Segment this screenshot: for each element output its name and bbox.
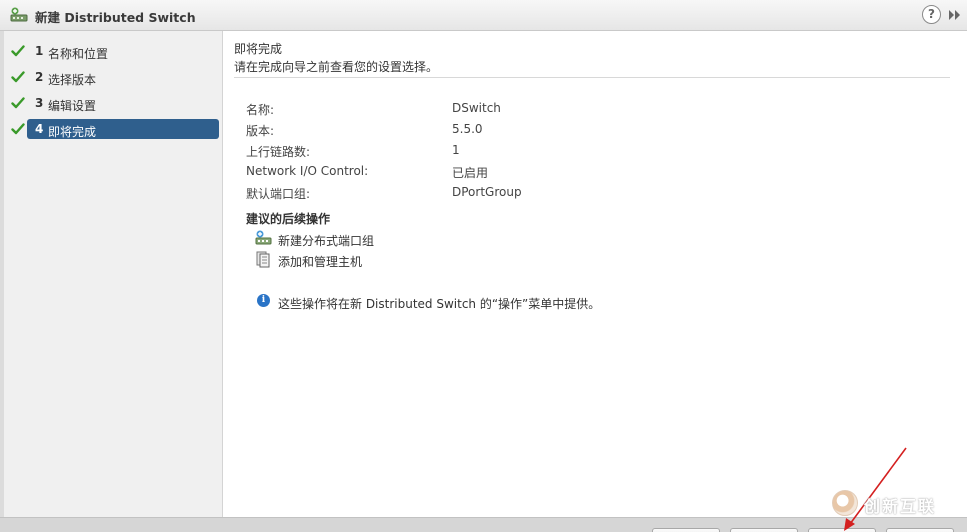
page-title: 即将完成 — [234, 42, 283, 56]
title-bar: 新建 Distributed Switch ? — [0, 0, 967, 31]
step-number: 4 — [35, 122, 44, 136]
summary-value: 已启用 — [452, 166, 489, 180]
step-2[interactable]: 2 选择版本 — [4, 67, 223, 88]
step-number: 2 — [35, 70, 44, 84]
step-1[interactable]: 1 名称和位置 — [4, 41, 223, 62]
summary-key: 默认端口组: — [246, 187, 311, 201]
wizard-steps-sidebar: 1 名称和位置 2 选择版本 3 编辑设置 4 即将完成 — [4, 31, 223, 517]
info-icon: i — [257, 294, 270, 307]
check-icon — [11, 123, 25, 135]
action-label[interactable]: 新建分布式端口组 — [278, 232, 374, 249]
step-label: 名称和位置 — [48, 47, 109, 61]
manage-hosts-action[interactable]: 添加和管理主机 — [254, 250, 554, 270]
summary-row: 名称: DSwitch — [246, 101, 646, 119]
expand-icon[interactable] — [946, 7, 962, 23]
watermark: 创新互联 — [832, 486, 962, 516]
action-label[interactable]: 添加和管理主机 — [278, 253, 362, 270]
wizard-footer — [0, 517, 967, 532]
back-button[interactable] — [652, 528, 720, 532]
summary-key: 版本: — [246, 124, 275, 138]
page-subtitle: 请在完成向导之前查看您的设置选择。 — [234, 60, 439, 74]
next-button[interactable] — [730, 528, 798, 532]
step-number: 3 — [35, 96, 44, 110]
summary-key: Network I/O Control: — [246, 164, 369, 178]
check-icon — [11, 71, 25, 83]
summary-value: 5.5.0 — [452, 122, 483, 136]
info-message: i 这些操作将在新 Distributed Switch 的“操作”菜单中提供。 — [257, 293, 757, 311]
distributed-switch-icon — [10, 7, 28, 22]
cancel-button[interactable] — [886, 528, 954, 532]
next-steps-title: 建议的后续操作 — [246, 212, 331, 226]
summary-value: 1 — [452, 143, 460, 157]
summary-row: Network I/O Control: 已启用 — [246, 164, 646, 182]
info-text: 这些操作将在新 Distributed Switch 的“操作”菜单中提供。 — [278, 297, 601, 311]
step-3[interactable]: 3 编辑设置 — [4, 93, 223, 114]
summary-row: 上行链路数: 1 — [246, 143, 646, 161]
summary-value: DSwitch — [452, 101, 501, 115]
summary-row: 版本: 5.5.0 — [246, 122, 646, 140]
summary-value: DPortGroup — [452, 185, 522, 199]
wizard-content: 即将完成 请在完成向导之前查看您的设置选择。 名称: DSwitch 版本: 5… — [224, 31, 967, 517]
summary-row: 默认端口组: DPortGroup — [246, 185, 646, 203]
manage-hosts-icon — [256, 251, 270, 268]
summary-key: 名称: — [246, 103, 275, 117]
window-title: 新建 Distributed Switch — [35, 10, 196, 25]
summary-key: 上行链路数: — [246, 145, 311, 159]
new-portgroup-icon — [255, 230, 272, 245]
help-button[interactable]: ? — [922, 5, 941, 24]
new-portgroup-action[interactable]: 新建分布式端口组 — [254, 229, 554, 249]
watermark-text: 创新互联 — [864, 497, 937, 516]
step-label: 即将完成 — [48, 125, 97, 139]
watermark-logo — [832, 490, 858, 516]
step-label: 编辑设置 — [48, 99, 97, 113]
finish-button[interactable] — [808, 528, 876, 532]
header-divider — [234, 77, 950, 78]
step-number: 1 — [35, 44, 44, 58]
step-label: 选择版本 — [48, 73, 97, 87]
check-icon — [11, 97, 25, 109]
step-4[interactable]: 4 即将完成 — [4, 119, 223, 140]
check-icon — [11, 45, 25, 57]
